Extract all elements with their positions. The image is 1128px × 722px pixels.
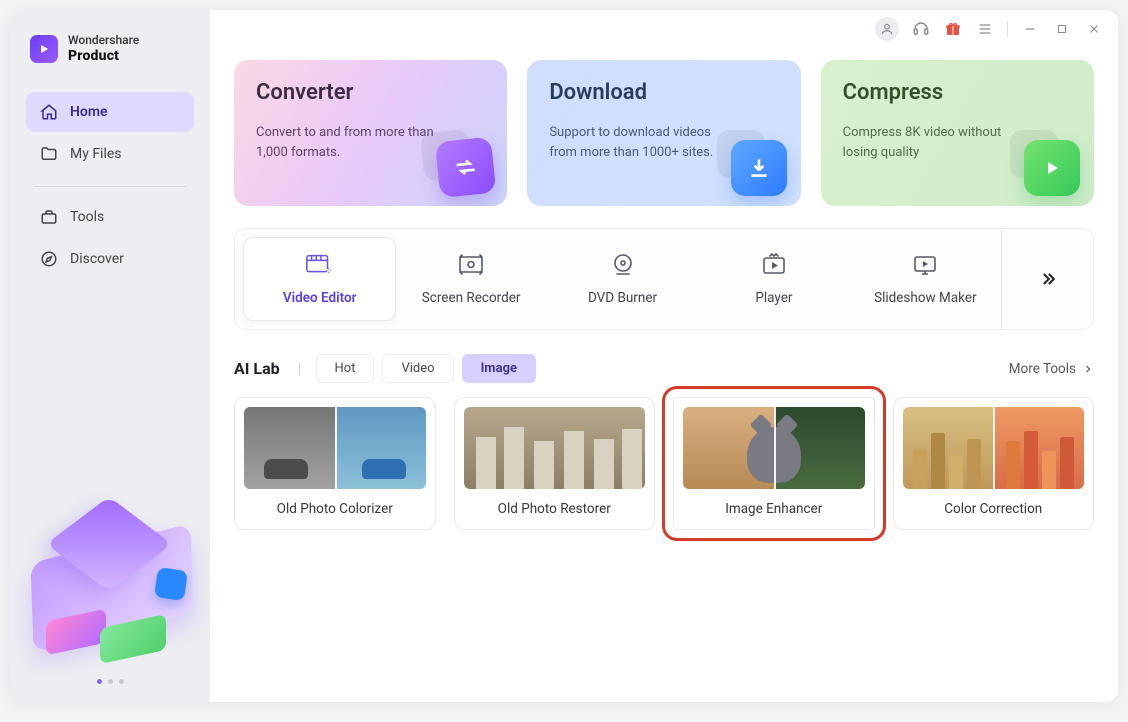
ailab-tabs: Hot Video Image (316, 354, 536, 383)
brand-logo-icon (30, 35, 58, 63)
card-desc: Convert to and from more than 1,000 form… (256, 123, 436, 163)
home-icon (40, 103, 58, 121)
thumbnail (683, 407, 865, 489)
more-tools-link[interactable]: More Tools (1009, 361, 1094, 377)
ailab-card-old-photo-colorizer[interactable]: Old Photo Colorizer (234, 397, 436, 530)
ailab-card-label: Image Enhancer (725, 501, 822, 517)
brand-line2: Product (68, 48, 139, 64)
brand-line1: Wondershare (68, 34, 139, 48)
sidebar-illustration (10, 469, 210, 679)
thumbnail (903, 407, 1085, 489)
sidebar-item-discover[interactable]: Discover (26, 239, 194, 279)
ailab-tab-hot[interactable]: Hot (316, 354, 375, 383)
ailab-card-label: Old Photo Restorer (498, 501, 611, 517)
thumbnail (464, 407, 646, 489)
sidebar-item-my-files[interactable]: My Files (26, 134, 194, 174)
thumbnail (244, 407, 426, 489)
content: Converter Convert to and from more than … (210, 48, 1118, 702)
feature-cards-row: Converter Convert to and from more than … (234, 60, 1094, 206)
brand: Wondershare Product (10, 34, 210, 92)
ailab-cards: Old Photo Colorizer Old Photo Restorer (234, 397, 1094, 530)
tool-screen-recorder[interactable]: Screen Recorder (395, 229, 546, 329)
more-tools-label: More Tools (1009, 361, 1076, 377)
chevron-right-icon (1082, 363, 1094, 375)
card-title: Converter (256, 80, 485, 105)
ailab-row: AI Lab | Hot Video Image More Tools (234, 354, 1094, 383)
folder-icon (40, 145, 58, 163)
ailab-card-label: Old Photo Colorizer (277, 501, 393, 517)
ailab-card-image-enhancer[interactable]: Image Enhancer (673, 397, 875, 530)
sidebar-item-home[interactable]: Home (26, 92, 194, 132)
tool-label: Screen Recorder (422, 290, 521, 306)
screen-recorder-icon (456, 252, 486, 278)
chevron-double-right-icon (1038, 269, 1058, 289)
main-area: Converter Convert to and from more than … (210, 10, 1118, 702)
tools-strip: Video Editor Screen Recorder DVD Burner (234, 228, 1094, 330)
video-editor-icon (305, 252, 335, 278)
card-desc: Support to download videos from more tha… (549, 123, 729, 163)
player-icon (759, 252, 789, 278)
slideshow-maker-icon (910, 252, 940, 278)
ailab-title: AI Lab (234, 359, 280, 378)
card-title: Download (549, 80, 778, 105)
tool-label: DVD Burner (588, 290, 657, 306)
window-minimize-button[interactable] (1016, 15, 1044, 43)
carousel-dot[interactable] (108, 679, 113, 684)
tool-label: Slideshow Maker (874, 290, 977, 306)
window-maximize-button[interactable] (1048, 15, 1076, 43)
carousel-dot[interactable] (119, 679, 124, 684)
tool-dvd-burner[interactable]: DVD Burner (547, 229, 698, 329)
feature-card-compress[interactable]: Compress Compress 8K video without losin… (821, 60, 1094, 206)
menu-icon[interactable] (971, 15, 999, 43)
ailab-tab-image[interactable]: Image (462, 354, 536, 383)
tools-more-button[interactable] (1001, 229, 1093, 329)
app-window: Wondershare Product Home My Files Tools … (10, 10, 1118, 702)
card-title: Compress (843, 80, 1072, 105)
sidebar: Wondershare Product Home My Files Tools … (10, 10, 210, 702)
sidebar-item-label: Discover (70, 251, 124, 267)
ailab-card-color-correction[interactable]: Color Correction (893, 397, 1095, 530)
ailab-separator: | (298, 359, 302, 378)
titlebar-separator (1007, 21, 1008, 37)
compass-icon (40, 250, 58, 268)
download-icon (719, 128, 787, 196)
tool-video-editor[interactable]: Video Editor (243, 237, 396, 321)
ailab-tab-video[interactable]: Video (382, 354, 453, 383)
sidebar-item-label: My Files (70, 146, 122, 162)
ailab-card-label: Color Correction (944, 501, 1042, 517)
sidebar-item-label: Tools (70, 209, 104, 225)
tool-label: Video Editor (283, 290, 357, 306)
sidebar-item-label: Home (70, 104, 108, 120)
support-icon[interactable] (907, 15, 935, 43)
tool-player[interactable]: Player (698, 229, 849, 329)
titlebar (210, 10, 1118, 48)
gift-icon[interactable] (939, 15, 967, 43)
tool-slideshow-maker[interactable]: Slideshow Maker (850, 229, 1001, 329)
toolbox-icon (40, 208, 58, 226)
sidebar-item-tools[interactable]: Tools (26, 197, 194, 237)
sidebar-separator (34, 186, 186, 187)
carousel-dot[interactable] (97, 679, 102, 684)
window-close-button[interactable] (1080, 15, 1108, 43)
card-desc: Compress 8K video without losing quality (843, 123, 1023, 163)
feature-card-converter[interactable]: Converter Convert to and from more than … (234, 60, 507, 206)
feature-card-download[interactable]: Download Support to download videos from… (527, 60, 800, 206)
account-icon[interactable] (875, 17, 899, 41)
compress-icon (1012, 128, 1080, 196)
carousel-dots[interactable] (10, 679, 210, 688)
dvd-burner-icon (608, 252, 638, 278)
ailab-card-old-photo-restorer[interactable]: Old Photo Restorer (454, 397, 656, 530)
tool-label: Player (755, 290, 792, 306)
converter-icon (422, 125, 497, 200)
